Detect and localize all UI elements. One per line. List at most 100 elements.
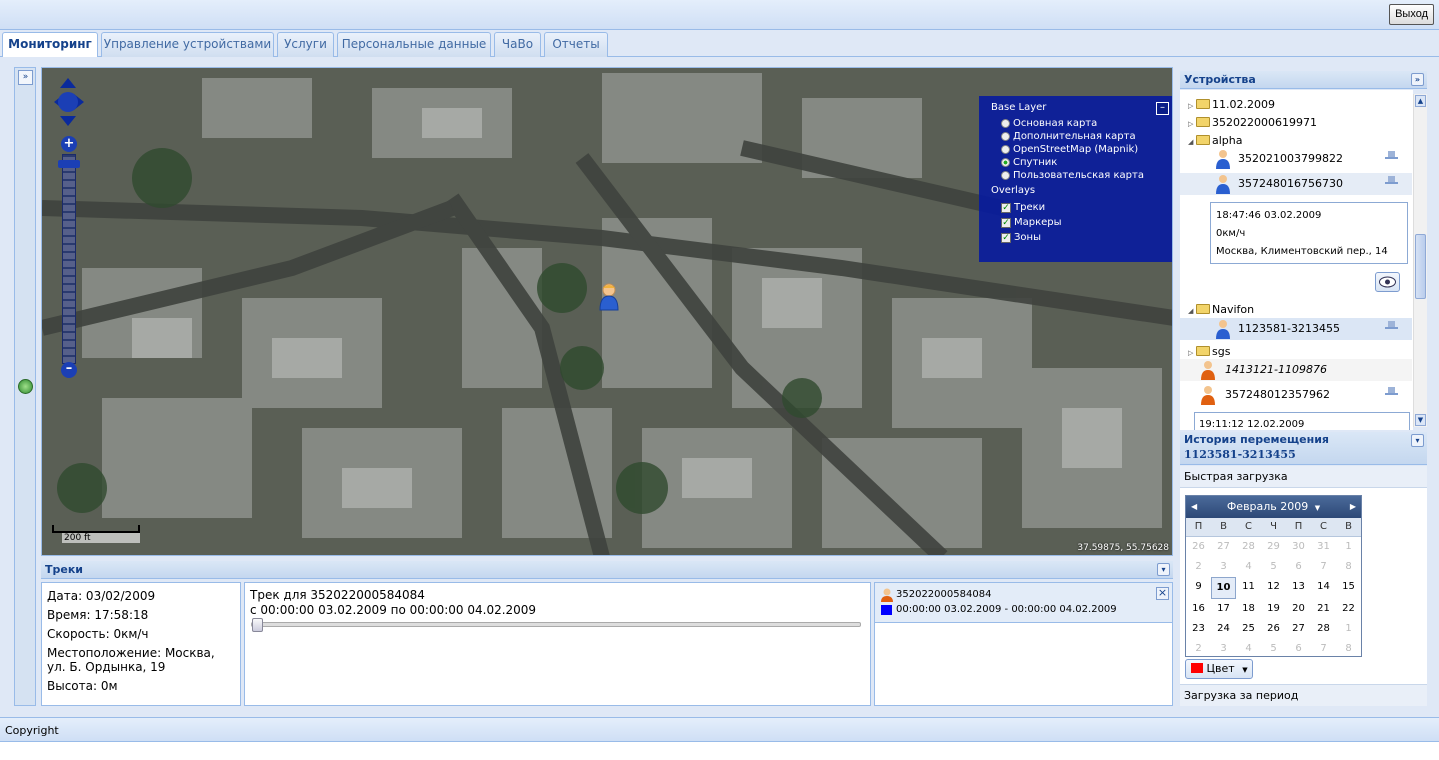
device-list-scrollbar[interactable]: ▲ ▼ xyxy=(1413,94,1427,427)
month-selector[interactable]: Февраль 2009 xyxy=(1227,500,1308,513)
tab-personal-data[interactable]: Персональные данные xyxy=(337,32,491,57)
track-legend-item[interactable]: 352022000584084 00:00:00 03.02.2009 - 00… xyxy=(875,583,1172,623)
collapse-history-icon[interactable]: ▾ xyxy=(1411,434,1424,447)
calendar-day[interactable]: 26 xyxy=(1261,619,1286,639)
track-slider-thumb[interactable] xyxy=(252,618,263,632)
calendar-day[interactable]: 18 xyxy=(1236,599,1261,619)
tree-device[interactable]: 357248012357962 xyxy=(1180,384,1412,406)
calendar-day[interactable]: 12 xyxy=(1261,577,1286,599)
overlay-zones[interactable]: ✓ Зоны xyxy=(991,230,1172,245)
tab-monitoring[interactable]: Мониторинг xyxy=(2,32,98,58)
period-load-header[interactable]: Загрузка за период xyxy=(1180,684,1427,706)
calendar-day[interactable]: 27 xyxy=(1286,619,1311,639)
calendar-day[interactable]: 4 xyxy=(1236,557,1261,577)
calendar-day[interactable]: 11 xyxy=(1236,577,1261,599)
calendar-day[interactable]: 21 xyxy=(1311,599,1336,619)
scroll-up-icon[interactable]: ▲ xyxy=(1415,95,1426,107)
person-marker-icon[interactable] xyxy=(598,282,620,312)
checkbox-checked-icon[interactable]: ✓ xyxy=(1001,202,1011,213)
calendar-day[interactable]: 6 xyxy=(1286,557,1311,577)
calendar-day[interactable]: 17 xyxy=(1211,599,1236,619)
zoom-in-button[interactable]: + xyxy=(61,136,77,152)
expand-arrow-icon[interactable]: ▷ xyxy=(1188,115,1196,133)
calendar-day[interactable]: 14 xyxy=(1311,577,1336,599)
tree-folder[interactable]: ◢ Navifon xyxy=(1188,301,1413,319)
show-on-map-button[interactable] xyxy=(1375,272,1400,292)
radio-icon[interactable] xyxy=(1001,132,1010,141)
calendar-day[interactable]: 1 xyxy=(1336,537,1361,557)
radio-icon[interactable] xyxy=(1001,171,1010,180)
calendar-day[interactable]: 5 xyxy=(1261,639,1286,659)
layer-option-custom[interactable]: Пользовательская карта xyxy=(991,169,1172,182)
radio-selected-icon[interactable] xyxy=(1001,158,1010,167)
calendar-day[interactable]: 26 xyxy=(1186,537,1211,557)
checkbox-checked-icon[interactable]: ✓ xyxy=(1001,232,1011,243)
tree-device[interactable]: 352021003799822 xyxy=(1180,148,1412,170)
checkbox-checked-icon[interactable]: ✓ xyxy=(1001,217,1011,228)
layer-option-main[interactable]: Основная карта xyxy=(991,117,1172,130)
calendar-day[interactable]: 16 xyxy=(1186,599,1211,619)
expand-left-icon[interactable]: » xyxy=(18,70,33,85)
calendar-day[interactable]: 28 xyxy=(1236,537,1261,557)
tab-device-management[interactable]: Управление устройствами xyxy=(101,32,274,57)
tree-device[interactable]: 1413121-1109876 xyxy=(1180,359,1412,381)
calendar-day[interactable]: 3 xyxy=(1211,557,1236,577)
zoom-out-button[interactable]: – xyxy=(61,362,77,378)
scrollbar-thumb[interactable] xyxy=(1415,234,1426,299)
overlay-markers[interactable]: ✓ Маркеры xyxy=(991,215,1172,230)
calendar-day[interactable]: 2 xyxy=(1186,639,1211,659)
pin-icon[interactable] xyxy=(1385,151,1398,162)
calendar-day[interactable]: 25 xyxy=(1236,619,1261,639)
collapse-tracks-icon[interactable]: ▾ xyxy=(1157,563,1170,576)
tree-folder[interactable]: ▷ 11.02.2009 xyxy=(1188,96,1413,114)
calendar-day[interactable]: 7 xyxy=(1311,639,1336,659)
tab-services[interactable]: Услуги xyxy=(277,32,334,57)
calendar-day[interactable]: 4 xyxy=(1236,639,1261,659)
tab-faq[interactable]: ЧаВо xyxy=(494,32,541,57)
radio-icon[interactable] xyxy=(1001,119,1010,128)
calendar-day[interactable]: 2 xyxy=(1186,557,1211,577)
zoom-slider[interactable] xyxy=(62,154,76,364)
calendar-day[interactable]: 30 xyxy=(1286,537,1311,557)
color-button[interactable]: Цвет ▼ xyxy=(1185,659,1253,679)
calendar-day[interactable]: 8 xyxy=(1336,639,1361,659)
calendar-day[interactable]: 19 xyxy=(1261,599,1286,619)
calendar-day[interactable]: 27 xyxy=(1211,537,1236,557)
tree-device-selected[interactable]: 357248016756730 xyxy=(1180,173,1412,195)
calendar-day[interactable]: 10 xyxy=(1211,577,1236,599)
layer-minimize-button[interactable]: – xyxy=(1156,102,1169,115)
calendar-day[interactable]: 28 xyxy=(1311,619,1336,639)
calendar-day[interactable]: 20 xyxy=(1286,599,1311,619)
close-track-icon[interactable]: × xyxy=(1156,587,1169,600)
calendar-day[interactable]: 13 xyxy=(1286,577,1311,599)
tree-folder[interactable]: ▷ 352022000619971 xyxy=(1188,114,1413,132)
calendar-day[interactable]: 5 xyxy=(1261,557,1286,577)
prev-month-icon[interactable]: ◀ xyxy=(1191,496,1197,518)
zoom-slider-handle[interactable] xyxy=(58,160,80,168)
pin-icon[interactable] xyxy=(1385,176,1398,187)
layer-option-osm[interactable]: OpenStreetMap (Mapnik) xyxy=(991,143,1172,156)
track-slider[interactable] xyxy=(251,618,861,632)
pin-icon[interactable] xyxy=(1385,321,1398,332)
scroll-down-icon[interactable]: ▼ xyxy=(1415,414,1426,426)
calendar-day[interactable]: 9 xyxy=(1186,577,1211,599)
calendar-day[interactable]: 3 xyxy=(1211,639,1236,659)
calendar-day[interactable]: 15 xyxy=(1336,577,1361,599)
layer-option-extra[interactable]: Дополнительная карта xyxy=(991,130,1172,143)
calendar-day[interactable]: 22 xyxy=(1336,599,1361,619)
expand-arrow-icon[interactable]: ▷ xyxy=(1188,97,1196,115)
calendar-day[interactable]: 31 xyxy=(1311,537,1336,557)
calendar-day[interactable]: 7 xyxy=(1311,557,1336,577)
map-view[interactable]: + – – Base Layer Основная карта Дополнит… xyxy=(41,67,1173,556)
month-dropdown-icon[interactable]: ▼ xyxy=(1315,504,1320,512)
tab-reports[interactable]: Отчеты xyxy=(544,32,608,57)
expand-devices-icon[interactable]: » xyxy=(1411,73,1424,86)
overlay-tracks[interactable]: ✓ Треки xyxy=(991,200,1172,215)
calendar-day[interactable]: 8 xyxy=(1336,557,1361,577)
tree-device-selected[interactable]: 1123581-3213455 xyxy=(1180,318,1412,340)
next-month-icon[interactable]: ▶ xyxy=(1350,496,1356,518)
globe-icon[interactable] xyxy=(18,379,33,394)
logout-button[interactable]: Выход xyxy=(1389,4,1434,25)
calendar-day[interactable]: 23 xyxy=(1186,619,1211,639)
radio-icon[interactable] xyxy=(1001,145,1010,154)
